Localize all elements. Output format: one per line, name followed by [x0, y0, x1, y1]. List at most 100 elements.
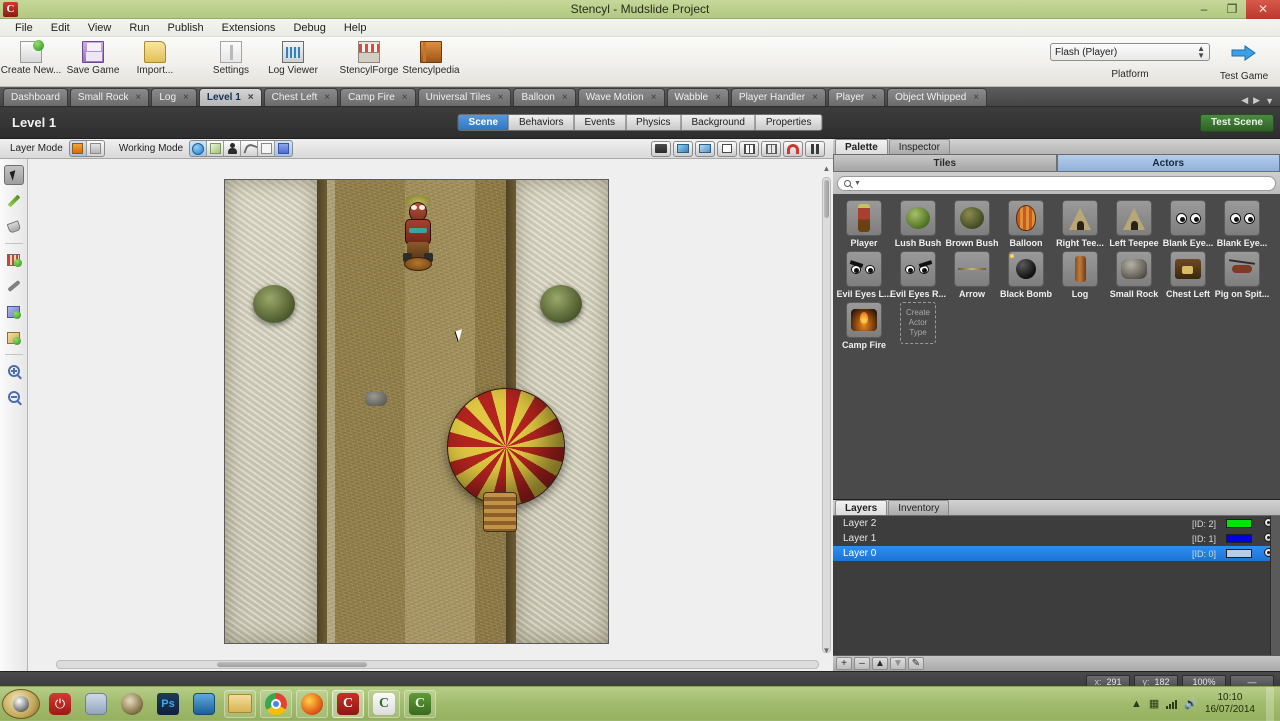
- platform-select[interactable]: Flash (Player) ▲▼: [1050, 43, 1210, 61]
- menu-file[interactable]: File: [6, 21, 42, 35]
- close-icon[interactable]: ×: [498, 92, 504, 103]
- scene-balloon-basket[interactable]: [483, 492, 517, 532]
- clock[interactable]: 10:10 16/07/2014: [1205, 692, 1255, 716]
- tab-properties[interactable]: Properties: [755, 114, 823, 131]
- layer-color-swatch[interactable]: [1226, 519, 1252, 528]
- tab-inspector[interactable]: Inspector: [889, 139, 950, 154]
- doc-tab-dashboard[interactable]: Dashboard: [3, 88, 68, 106]
- scene-bush-right[interactable]: [540, 285, 582, 323]
- palette-item-blank-eyes-1[interactable]: Blank Eye...: [1161, 200, 1215, 248]
- tab-background[interactable]: Background: [681, 114, 755, 131]
- zoom-in-tool[interactable]: [4, 361, 24, 381]
- doc-tab-chest-left[interactable]: Chest Left×: [264, 88, 338, 106]
- show-borders-button[interactable]: [717, 141, 737, 157]
- taskbar-firefox-icon[interactable]: [296, 690, 328, 718]
- doc-tab-universal-tiles[interactable]: Universal Tiles×: [418, 88, 512, 106]
- tab-inventory[interactable]: Inventory: [888, 500, 949, 515]
- tab-palette[interactable]: Palette: [835, 139, 888, 154]
- tab-behaviors[interactable]: Behaviors: [508, 114, 573, 131]
- palette-item-chest-left[interactable]: Chest Left: [1161, 251, 1215, 299]
- taskbar-speaker-icon[interactable]: [116, 690, 148, 718]
- camera-bounds-button[interactable]: [651, 141, 671, 157]
- scroll-up-icon[interactable]: ▲: [822, 163, 831, 175]
- palette-item-create-actor-type[interactable]: Create Actor Type: [891, 302, 945, 350]
- move-layer-down-button[interactable]: ▼: [890, 657, 906, 670]
- volume-icon[interactable]: 🔊: [1184, 697, 1198, 710]
- layer-row-2[interactable]: Layer 2 [ID: 2]: [833, 516, 1280, 531]
- palette-item-camp-fire[interactable]: Camp Fire: [837, 302, 891, 350]
- snap-to-grid-button[interactable]: [761, 141, 781, 157]
- doc-tab-object-whipped[interactable]: Object Whipped×: [887, 88, 987, 106]
- canvas-horizontal-scrollbar[interactable]: [56, 660, 819, 669]
- tab-scroll-left-icon[interactable]: ◀: [1241, 95, 1248, 106]
- tab-scroll-right-icon[interactable]: ▶: [1253, 95, 1260, 106]
- bucket-tool[interactable]: [4, 217, 24, 237]
- working-mode-joint-button[interactable]: [275, 141, 292, 156]
- scene-bush-left[interactable]: [253, 285, 295, 323]
- palette-item-arrow[interactable]: Arrow: [945, 251, 999, 299]
- scene-balloon-actor[interactable]: [447, 388, 565, 506]
- palette-item-lush-bush[interactable]: Lush Bush: [891, 200, 945, 248]
- scene-player-actor[interactable]: [401, 195, 435, 267]
- taskbar-recorder-icon[interactable]: [80, 690, 112, 718]
- show-grid-button[interactable]: [739, 141, 759, 157]
- layer-row-0[interactable]: Layer 0 [ID: 0]: [833, 546, 1280, 561]
- chevron-down-icon[interactable]: ▼: [854, 180, 861, 187]
- network-icon[interactable]: ▦: [1149, 697, 1159, 710]
- search-field[interactable]: ▼: [837, 176, 1276, 191]
- palette-item-evil-eyes-right[interactable]: Evil Eyes R...: [891, 251, 945, 299]
- actor-tool[interactable]: [4, 328, 24, 348]
- palette-grid-wrapper[interactable]: Player Lush Bush Brown Bush Balloon Righ…: [833, 194, 1280, 499]
- scene-canvas-wrapper[interactable]: ▲ ▼: [28, 159, 833, 671]
- palette-item-right-teepee[interactable]: Right Tee...: [1053, 200, 1107, 248]
- doc-tab-wave-motion[interactable]: Wave Motion×: [578, 88, 665, 106]
- taskbar-stencyl-icon[interactable]: C: [332, 690, 364, 718]
- save-game-button[interactable]: Save Game: [62, 37, 124, 76]
- create-new-button[interactable]: Create New...: [0, 37, 62, 76]
- menu-extensions[interactable]: Extensions: [213, 21, 285, 35]
- taskbar-chrome-icon[interactable]: [260, 690, 292, 718]
- close-icon[interactable]: ×: [651, 92, 657, 103]
- region-tool[interactable]: [4, 302, 24, 322]
- subtab-tiles[interactable]: Tiles: [833, 155, 1057, 172]
- palette-item-black-bomb[interactable]: Black Bomb: [999, 251, 1053, 299]
- magnet-snap-button[interactable]: [783, 141, 803, 157]
- scene-canvas[interactable]: [224, 179, 609, 644]
- menu-run[interactable]: Run: [120, 21, 158, 35]
- settings-button[interactable]: Settings: [200, 37, 262, 76]
- remove-layer-button[interactable]: –: [854, 657, 870, 670]
- canvas-vertical-scrollbar[interactable]: [822, 177, 831, 653]
- stencylpedia-button[interactable]: Stencylpedia: [400, 37, 462, 76]
- show-hidden-icons-icon[interactable]: ▲: [1131, 698, 1142, 710]
- show-background-button[interactable]: [673, 141, 693, 157]
- joint-tool[interactable]: [4, 276, 24, 296]
- working-mode-actor-button[interactable]: [224, 141, 241, 156]
- working-mode-path-button[interactable]: [241, 141, 258, 156]
- import-button[interactable]: Import...: [124, 37, 186, 76]
- test-scene-button[interactable]: Test Scene: [1200, 114, 1274, 132]
- doc-tab-camp-fire[interactable]: Camp Fire×: [340, 88, 416, 106]
- palette-item-brown-bush[interactable]: Brown Bush: [945, 200, 999, 248]
- scrollbar-thumb[interactable]: [217, 662, 367, 667]
- tab-scene[interactable]: Scene: [458, 114, 508, 131]
- tab-physics[interactable]: Physics: [625, 114, 680, 131]
- menu-edit[interactable]: Edit: [42, 21, 79, 35]
- palette-item-pig-on-spit[interactable]: Pig on Spit...: [1215, 251, 1269, 299]
- palette-item-small-rock[interactable]: Small Rock: [1107, 251, 1161, 299]
- show-foreground-button[interactable]: [695, 141, 715, 157]
- tile-stamp-tool[interactable]: [4, 250, 24, 270]
- taskbar-explorer-icon[interactable]: [224, 690, 256, 718]
- back-layer-button[interactable]: [87, 141, 104, 156]
- layer-row-1[interactable]: Layer 1 [ID: 1]: [833, 531, 1280, 546]
- signal-strength-icon[interactable]: [1166, 698, 1177, 709]
- menu-help[interactable]: Help: [335, 21, 376, 35]
- scrollbar-thumb[interactable]: [824, 180, 829, 218]
- close-icon[interactable]: ×: [973, 92, 979, 103]
- stencylforge-button[interactable]: StencylForge: [338, 37, 400, 76]
- palette-item-left-teepee[interactable]: Left Teepee: [1107, 200, 1161, 248]
- add-layer-button[interactable]: +: [836, 657, 852, 670]
- taskbar-stencyl-green-icon[interactable]: C: [404, 690, 436, 718]
- scene-small-rock[interactable]: [365, 392, 387, 406]
- close-icon[interactable]: ×: [136, 92, 142, 103]
- palette-item-log[interactable]: Log: [1053, 251, 1107, 299]
